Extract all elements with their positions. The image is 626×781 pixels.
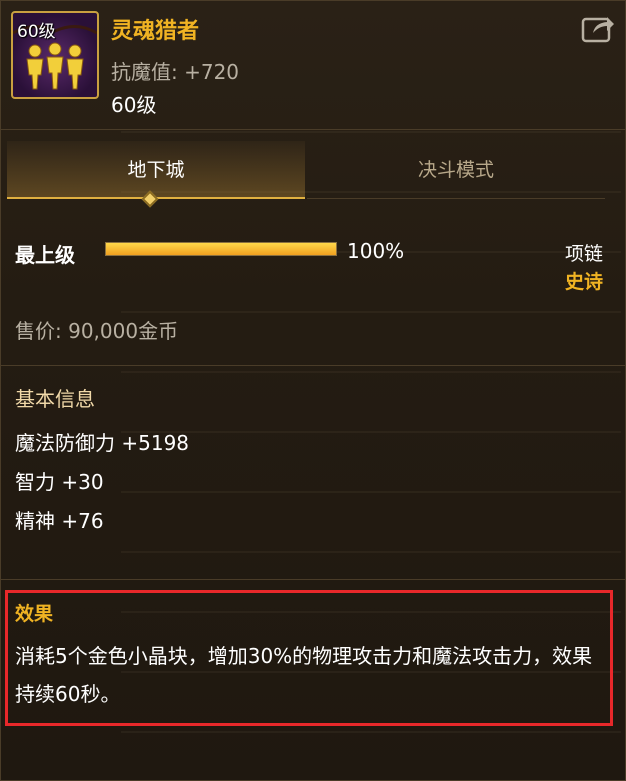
attribute-magic-defense: 魔法防御力 +5198: [15, 431, 190, 455]
attribute-spirit: 精神 +76: [15, 509, 104, 533]
share-icon: [581, 17, 614, 43]
header-divider: [1, 129, 626, 130]
icon-level-badge: 60级: [17, 22, 56, 42]
grade-progress-fill: [106, 243, 336, 255]
basic-info-title: 基本信息: [15, 387, 95, 411]
item-icon[interactable]: 60级: [11, 11, 99, 99]
grade-label: 最上级: [15, 243, 75, 267]
effect-divider: [1, 579, 626, 580]
attribute-intelligence: 智力 +30: [15, 470, 104, 494]
slot-type: 项链: [564, 243, 603, 265]
grade-progress-bar: [105, 242, 337, 256]
grade-percent: 100%: [347, 239, 405, 263]
share-button[interactable]: [581, 13, 615, 43]
item-level: 60级: [111, 93, 157, 117]
tab-dungeon[interactable]: 地下城: [7, 141, 305, 199]
tab-duel-mode[interactable]: 决斗模式: [307, 141, 605, 199]
magic-resist-stat: 抗魔值: +720: [111, 60, 240, 84]
effect-description: 消耗5个金色小晶块，增加30%的物理攻击力和魔法攻击力，效果持续60秒。: [15, 644, 593, 706]
item-name: 灵魂猎者: [111, 19, 200, 44]
rarity-label: 史诗: [564, 271, 603, 293]
price-divider: [1, 365, 626, 366]
effect-title: 效果: [15, 603, 54, 625]
item-tooltip-panel: 60级 灵魂猎者 抗魔值: +720 60级 地下城 决斗模式 最上级 100%…: [0, 0, 626, 781]
sell-price: 售价: 90,000金币: [15, 319, 179, 343]
